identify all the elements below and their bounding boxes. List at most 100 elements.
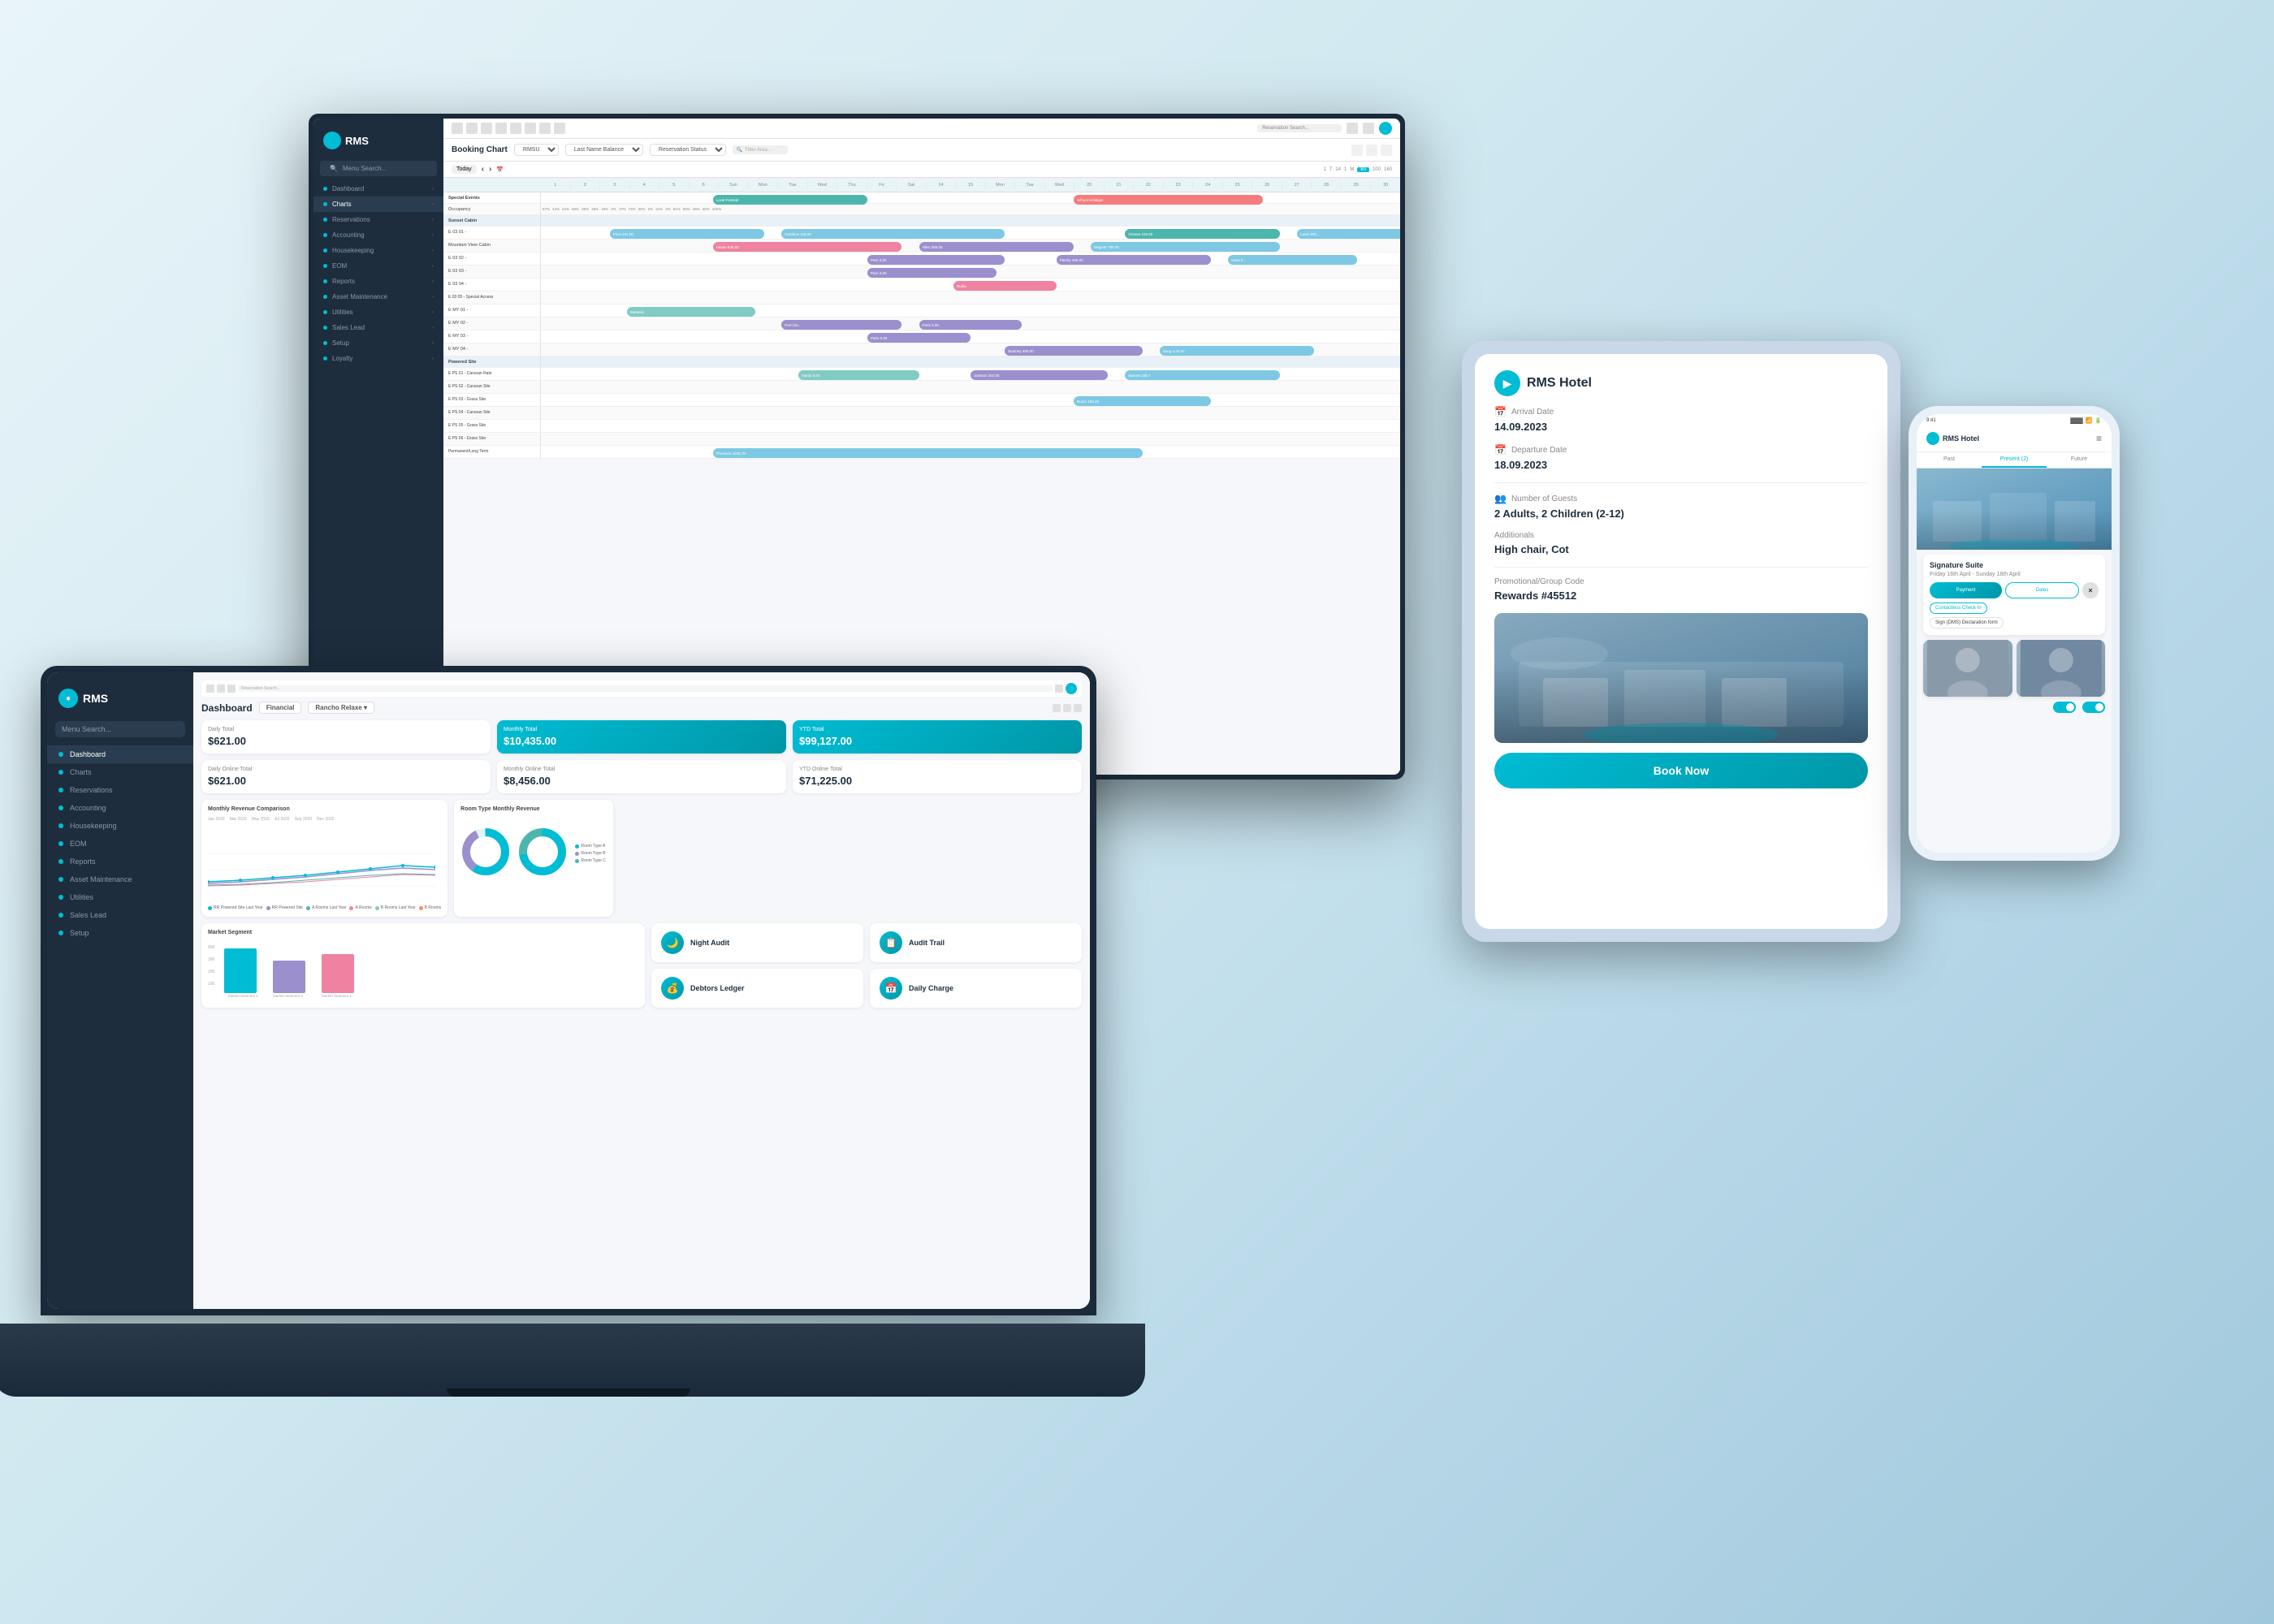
monitor-nav-loyalty[interactable]: Loyalty › xyxy=(313,351,443,366)
toolbar-search-icon[interactable] xyxy=(1347,123,1358,134)
laptop-filter-financial[interactable]: Financial xyxy=(259,702,302,714)
booking-jackson254[interactable]: Jackson 254.00 xyxy=(971,370,1108,380)
status-select[interactable]: Reservation Status xyxy=(650,144,726,156)
action-icon-3[interactable] xyxy=(1381,145,1392,156)
booking-perri300-2[interactable]: Perri 3.00 xyxy=(867,268,996,278)
booking-thomson[interactable]: Thomson 1625.70 xyxy=(713,448,1143,458)
monitor-nav-utilities[interactable]: Utilities › xyxy=(313,304,443,320)
laptop-toolbar-settings[interactable] xyxy=(1055,685,1063,693)
sort-select[interactable]: Last Name Balance xyxy=(565,144,643,156)
laptop-nav-setup[interactable]: Setup xyxy=(47,924,193,942)
laptop-toolbar-icon[interactable] xyxy=(206,685,214,693)
dashboard-icon-3[interactable] xyxy=(1074,704,1082,712)
booking-grease219[interactable]: Grease 219.00 xyxy=(1125,229,1279,239)
toolbar-icon-6[interactable] xyxy=(525,123,536,134)
monitor-nav-eom[interactable]: EOM › xyxy=(313,258,443,274)
payment-button[interactable]: Payment xyxy=(1930,582,2002,598)
laptop-toolbar-icon-2[interactable] xyxy=(217,685,225,693)
booking-paris300-1[interactable]: Paris 3.00 xyxy=(919,320,1022,330)
laptop-nav-saleslead[interactable]: Sales Lead xyxy=(47,906,193,924)
booking-louis200[interactable]: Louis 200... xyxy=(1297,229,1400,239)
sign-form-button[interactable]: Sign (DMS) Declaration form xyxy=(1930,617,2004,628)
toolbar-icon-1[interactable] xyxy=(452,123,463,134)
monitor-nav-setup[interactable]: Setup › xyxy=(313,335,443,351)
monitor-nav-dashboard[interactable]: Dashboard › xyxy=(313,181,443,197)
laptop-nav-housekeeping[interactable]: Housekeeping xyxy=(47,817,193,835)
monitor-nav-reports[interactable]: Reports › xyxy=(313,274,443,289)
booking-bustney[interactable]: Bustney 460.00 xyxy=(1005,346,1142,356)
monitor-search[interactable]: 🔍 Menu Search... xyxy=(320,161,437,176)
booking-price241[interactable]: Price 241.00 xyxy=(610,229,764,239)
today-button[interactable]: Today xyxy=(452,165,477,174)
booking-perri300-1[interactable]: Perri 3.00 xyxy=(867,255,1005,265)
booking-perri-da[interactable]: Perri Da... xyxy=(781,320,901,330)
mobile-room-close-icon[interactable]: ✕ xyxy=(2082,582,2099,598)
toolbar-icon-5[interactable] xyxy=(510,123,521,134)
booking-hess[interactable]: Hess 3... xyxy=(1228,255,1357,265)
booking-barnett[interactable]: Barnett 338.7 xyxy=(1125,370,1279,380)
booking-paris300-2[interactable]: Paris 3.00 xyxy=(867,333,971,343)
monitor-nav-saleslead[interactable]: Sales Lead › xyxy=(313,320,443,335)
action-icon-2[interactable] xyxy=(1366,145,1377,156)
daily-charge-button[interactable]: 📅 Daily Charge xyxy=(870,969,1082,1008)
booking-allen365[interactable]: Allen 365.00 xyxy=(919,242,1074,252)
booking-song[interactable]: Song a 34 Sc xyxy=(1160,346,1314,356)
filter-search[interactable]: 🔍Filter Area... xyxy=(733,145,788,154)
laptop-nav-eom[interactable]: EOM xyxy=(47,835,193,853)
booking-rudia[interactable]: Rudia xyxy=(953,281,1057,291)
laptop-nav-charts[interactable]: Charts xyxy=(47,763,193,781)
mobile-toggle-1[interactable] xyxy=(2053,702,2076,713)
booking-hasan625[interactable]: Hasan 625.00 xyxy=(713,242,902,252)
toolbar-icon-7[interactable] xyxy=(539,123,551,134)
laptop-address-bar[interactable]: Reservation Search... xyxy=(238,685,1053,692)
mobile-menu-icon[interactable]: ≡ xyxy=(2096,433,2102,444)
booking-patchy495[interactable]: Patchy 495.00 xyxy=(1057,255,1211,265)
row-e0302: E 03 02 - Perri 3.00 Patchy 495.00 Hess … xyxy=(443,253,1400,266)
daily-online-value: $621.00 xyxy=(208,775,484,787)
booking-eastwick[interactable]: Eastwick xyxy=(627,307,756,317)
mobile-toggle-2[interactable] xyxy=(2082,702,2105,713)
action-icon-1[interactable] xyxy=(1351,145,1363,156)
laptop-search[interactable]: Menu Search... xyxy=(55,721,185,737)
booking-room180[interactable]: Room 180.25 xyxy=(1074,396,1211,406)
booking-continue118[interactable]: Continue 118.00 xyxy=(781,229,1005,239)
monitor-nav-asset[interactable]: Asset Maintenance › xyxy=(313,289,443,304)
mobile-tab-present[interactable]: Present (2) xyxy=(1982,452,2047,468)
night-audit-button[interactable]: 🌙 Night Audit xyxy=(651,923,863,962)
toolbar-settings-icon[interactable] xyxy=(1363,123,1374,134)
property-select[interactable]: RMSU xyxy=(514,144,559,156)
toolbar-icon-2[interactable] xyxy=(466,123,478,134)
toolbar-icon-8[interactable] xyxy=(554,123,565,134)
book-now-button[interactable]: Book Now xyxy=(1494,753,1868,788)
monitor-nav-accounting[interactable]: Accounting › xyxy=(313,227,443,243)
reservation-search[interactable]: Reservation Search... xyxy=(1257,124,1342,132)
laptop-nav-accounting[interactable]: Accounting xyxy=(47,799,193,817)
mobile-tab-future[interactable]: Future xyxy=(2047,452,2112,468)
debtors-ledger-button[interactable]: 💰 Debtors Ledger xyxy=(651,969,863,1008)
laptop-nav-asset[interactable]: Asset Maintenance xyxy=(47,870,193,888)
monitor-nav-housekeeping[interactable]: Housekeeping › xyxy=(313,243,443,258)
laptop-nav-dashboard[interactable]: Dashboard xyxy=(47,745,193,763)
toolbar-icon-4[interactable] xyxy=(495,123,507,134)
laptop-toolbar-icon-3[interactable] xyxy=(227,685,236,693)
booking-hardy[interactable]: Hardy 0.00 xyxy=(798,370,919,380)
dates-button[interactable]: Dates xyxy=(2005,582,2079,598)
prev-month-button[interactable]: ‹ xyxy=(482,165,484,174)
laptop-filter-property[interactable]: Rancho Relaxe ▾ xyxy=(308,702,374,714)
tablet-guests-label: 👥 Number of Guests xyxy=(1494,493,1868,504)
booking-wagner700[interactable]: Wagner 700.00 xyxy=(1091,242,1280,252)
monitor-nav-charts[interactable]: Charts › xyxy=(313,197,443,212)
monitor-nav-reservations[interactable]: Reservations › xyxy=(313,212,443,227)
mobile-tab-past[interactable]: Past xyxy=(1917,452,1982,468)
next-month-button[interactable]: › xyxy=(489,165,491,174)
laptop-user-avatar[interactable] xyxy=(1066,683,1077,694)
laptop-nav-reports[interactable]: Reports xyxy=(47,853,193,870)
toolbar-user-avatar[interactable] xyxy=(1379,122,1392,135)
toolbar-icon-3[interactable] xyxy=(481,123,492,134)
laptop-nav-utilities[interactable]: Utilities xyxy=(47,888,193,906)
audit-trail-button[interactable]: 📋 Audit Trail xyxy=(870,923,1082,962)
contactless-checkin-button[interactable]: Contactless Check In xyxy=(1930,603,1987,614)
laptop-nav-reservations[interactable]: Reservations xyxy=(47,781,193,799)
dashboard-icon-2[interactable] xyxy=(1063,704,1071,712)
dashboard-icon-1[interactable] xyxy=(1053,704,1061,712)
